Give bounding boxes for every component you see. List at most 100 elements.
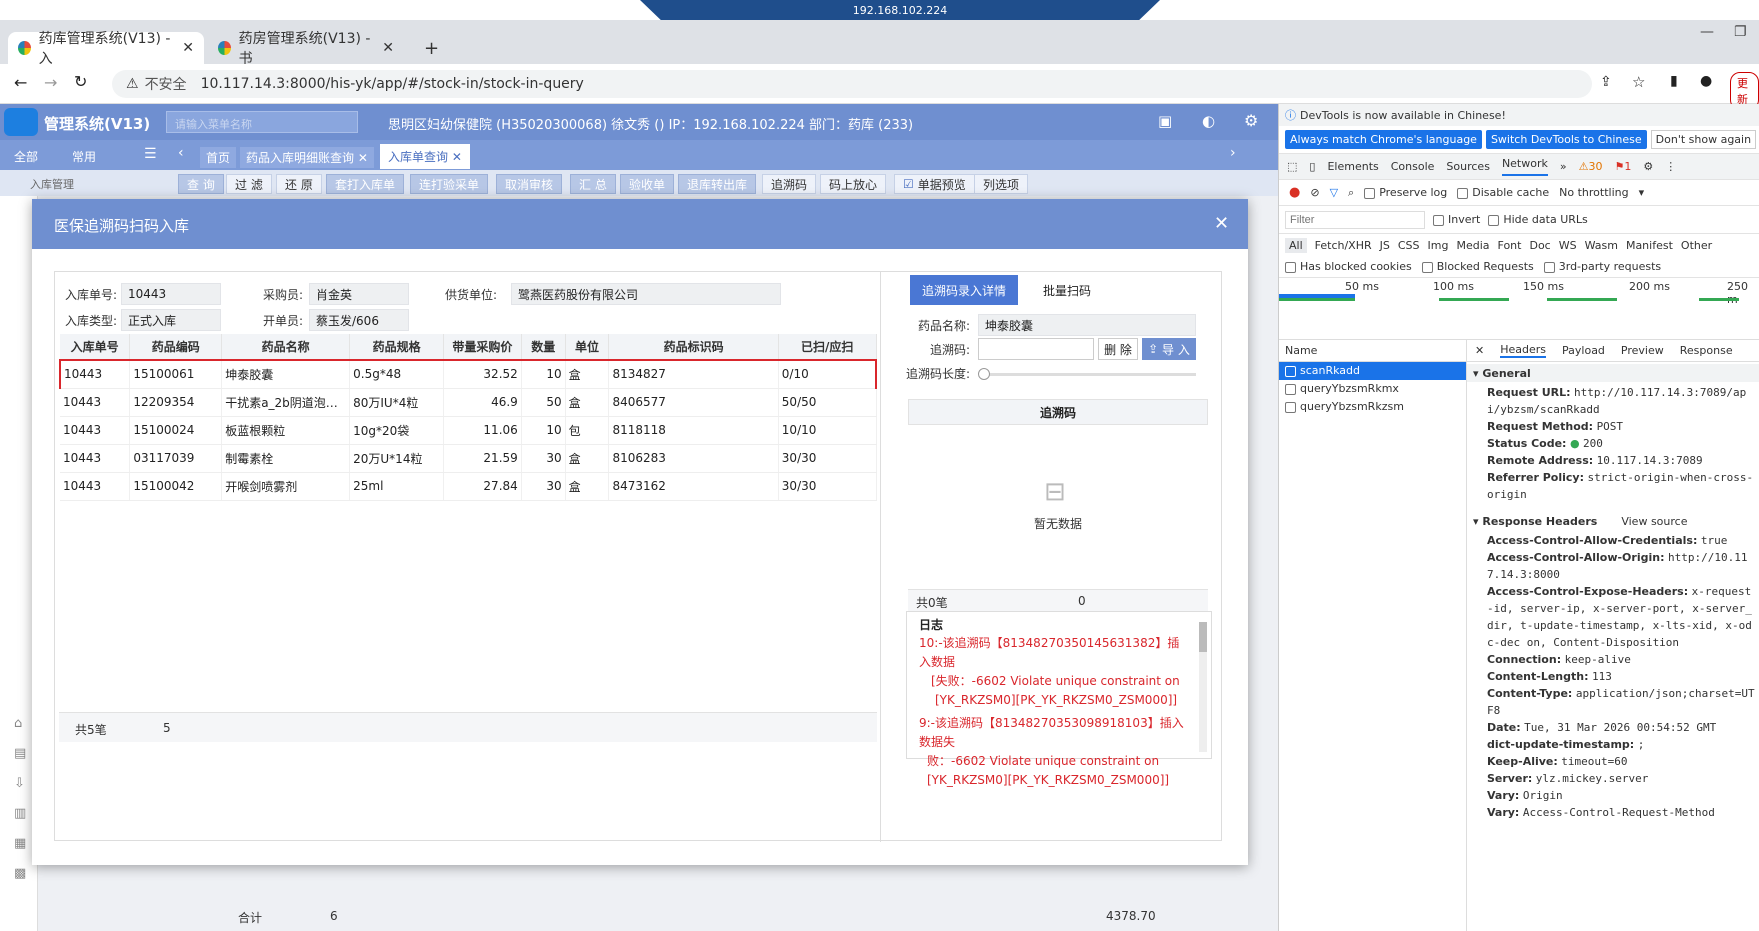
browser-tab-stock[interactable]: 药库管理系统(V13) - 入 ✕ — [8, 31, 204, 67]
clear-icon[interactable]: ⊘ — [1310, 186, 1319, 199]
code-assured-button[interactable]: 码上放心 — [820, 174, 887, 194]
tab-stock-detail[interactable]: 药品入库明细账查询 ✕ — [240, 147, 374, 168]
type-xhr[interactable]: Fetch/XHR — [1315, 239, 1372, 252]
type-js[interactable]: JS — [1380, 239, 1390, 252]
new-tab-button[interactable]: + — [414, 32, 449, 64]
warning-count[interactable]: ⚠30 — [1579, 160, 1603, 173]
blocked-cookies-checkbox[interactable]: Has blocked cookies — [1285, 260, 1412, 273]
log-scrollbar[interactable] — [1199, 622, 1207, 752]
dont-show-button[interactable]: Don't show again — [1650, 130, 1757, 149]
col-spec[interactable]: 药品规格 — [349, 334, 445, 361]
import-button[interactable]: ⇪ 导 入 — [1142, 338, 1196, 360]
nav-all[interactable]: 全部 — [14, 148, 38, 165]
delete-button[interactable]: 删 除 — [1098, 338, 1138, 360]
type-ws[interactable]: WS — [1559, 239, 1577, 252]
share-icon[interactable]: ⇪ — [1600, 74, 1612, 90]
length-slider[interactable] — [978, 368, 1196, 380]
forward-icon[interactable]: → — [44, 73, 57, 92]
filter-input[interactable] — [1285, 210, 1425, 229]
close-icon[interactable]: ✕ — [182, 40, 194, 56]
search-icon[interactable]: ⌕ — [1348, 186, 1354, 200]
filter-icon[interactable]: ▽ — [1330, 186, 1338, 199]
nav-chart-icon[interactable]: ▥ — [14, 806, 26, 821]
reload-icon[interactable]: ↻ — [74, 72, 87, 91]
trace-code-column[interactable]: 追溯码 — [908, 399, 1208, 425]
chevron-down-icon[interactable]: ▾ — [1639, 186, 1645, 199]
back-icon[interactable]: ← — [14, 73, 27, 92]
menu-icon[interactable]: ☰ — [144, 146, 157, 162]
left-menu-title[interactable]: 入库管理 — [30, 176, 74, 192]
summary-button[interactable]: 汇 总 — [570, 174, 616, 194]
name-column[interactable]: Name — [1279, 340, 1466, 362]
table-row[interactable]: 10443 15100042 开喉剑喷雾剂 25ml 27.84 30 盒 8473162 30… — [60, 472, 877, 501]
type-doc[interactable]: Doc — [1529, 239, 1550, 252]
url-field[interactable]: ⚠ 不安全 10.117.14.3:8000/his-yk/app/#/stoc… — [112, 70, 1592, 98]
col-drug-id[interactable]: 药品标识码 — [608, 334, 779, 361]
type-font[interactable]: Font — [1498, 239, 1522, 252]
menu-search-input[interactable]: 请输入菜单名称 — [166, 111, 358, 133]
invert-checkbox[interactable]: Invert — [1433, 213, 1480, 226]
acceptance-button[interactable]: 验收单 — [620, 174, 675, 194]
tab-preview[interactable]: Preview — [1621, 344, 1664, 357]
device-icon[interactable]: ▯ — [1309, 160, 1315, 173]
preserve-log-checkbox[interactable]: Preserve log — [1364, 186, 1447, 199]
trace-code-input[interactable] — [978, 338, 1094, 360]
table-row[interactable]: 10443 12209354 干扰素a_2b阴道泡… 80万IU*4粒 46.9 50 盒 8… — [60, 388, 877, 417]
response-headers-section[interactable]: ▾ Response Headers View source — [1467, 512, 1759, 530]
hide-data-checkbox[interactable]: Hide data URLs — [1488, 213, 1588, 226]
blocked-requests-checkbox[interactable]: Blocked Requests — [1421, 260, 1534, 273]
tab-network[interactable]: Network — [1501, 157, 1548, 176]
request-row-selected[interactable]: scanRkadd — [1279, 362, 1466, 380]
close-icon[interactable]: ✕ — [382, 40, 394, 56]
chevron-left-icon[interactable]: ‹ — [178, 145, 184, 161]
throttling-select[interactable]: No throttling — [1559, 186, 1628, 199]
browser-tab-pharmacy[interactable]: 药房管理系统(V13) - 书 ✕ — [208, 31, 404, 67]
col-qty[interactable]: 数量 — [521, 334, 566, 361]
type-img[interactable]: Img — [1428, 239, 1449, 252]
return-button[interactable]: 退库转出库 — [678, 174, 757, 194]
nav-report-icon[interactable]: ▦ — [14, 836, 26, 851]
request-row[interactable]: queryYbzsmRkzsm — [1279, 398, 1466, 416]
table-row[interactable]: 10443 15100061 坤泰胶囊 0.5g*48 32.52 10 盒 8134827 0… — [59, 359, 877, 389]
col-drug-name[interactable]: 药品名称 — [221, 334, 351, 361]
general-section[interactable]: ▾ General — [1467, 364, 1759, 382]
tab-sources[interactable]: Sources — [1446, 160, 1490, 173]
more-tabs-icon[interactable]: » — [1560, 160, 1567, 173]
error-count[interactable]: ⚑1 — [1614, 160, 1631, 173]
col-unit[interactable]: 单位 — [565, 334, 610, 361]
tab-elements[interactable]: Elements — [1327, 160, 1378, 173]
star-icon[interactable]: ☆ — [1632, 73, 1645, 91]
minimize-icon[interactable]: — — [1700, 24, 1714, 40]
col-drug-code[interactable]: 药品编码 — [129, 334, 223, 361]
restore-icon[interactable]: ❐ — [1734, 24, 1747, 40]
close-icon[interactable]: ✕ — [1214, 213, 1229, 234]
gear-icon[interactable]: ⚙ — [1643, 160, 1653, 173]
theme-icon[interactable]: ◐ — [1202, 112, 1215, 130]
type-media[interactable]: Media — [1456, 239, 1489, 252]
nav-tool-icon[interactable]: ▩ — [14, 866, 26, 881]
nav-common[interactable]: 常用 — [72, 148, 96, 165]
kebab-icon[interactable]: ⋮ — [1665, 160, 1676, 173]
request-row[interactable]: queryYbzsmRkmx — [1279, 380, 1466, 398]
type-manifest[interactable]: Manifest — [1626, 239, 1673, 252]
tab-payload[interactable]: Payload — [1562, 344, 1605, 357]
chevron-right-icon[interactable]: › — [1230, 145, 1236, 161]
sidepanel-icon[interactable]: ▮ — [1670, 73, 1678, 89]
trace-code-button[interactable]: 追溯码 — [762, 174, 817, 194]
nav-home-icon[interactable]: ⌂ — [14, 716, 22, 731]
match-language-button[interactable]: Always match Chrome's language — [1285, 130, 1482, 149]
slider-handle[interactable] — [978, 368, 990, 380]
remote-desktop-bar[interactable]: 192.168.102.224 — [640, 0, 1160, 20]
reset-button[interactable]: 还 原 — [276, 174, 322, 194]
tab-home[interactable]: 首页 — [200, 147, 237, 168]
nav-out-icon[interactable]: ⇩ — [14, 776, 25, 791]
tab-trace-detail[interactable]: 追溯码录入详情 — [910, 275, 1018, 305]
tab-batch-scan[interactable]: 批量扫码 — [1022, 275, 1112, 305]
table-row[interactable]: 10443 03117039 制霉素栓 20万U*14粒 21.59 30 盒 8106283… — [60, 444, 877, 473]
preview-button[interactable]: ☑ 单据预览 — [894, 174, 975, 194]
query-button[interactable]: 查 询 — [178, 174, 224, 194]
switch-chinese-button[interactable]: Switch DevTools to Chinese — [1485, 130, 1647, 149]
type-all[interactable]: All — [1285, 237, 1307, 253]
col-order-no[interactable]: 入库单号 — [60, 334, 131, 361]
message-icon[interactable]: ▣ — [1158, 112, 1172, 130]
